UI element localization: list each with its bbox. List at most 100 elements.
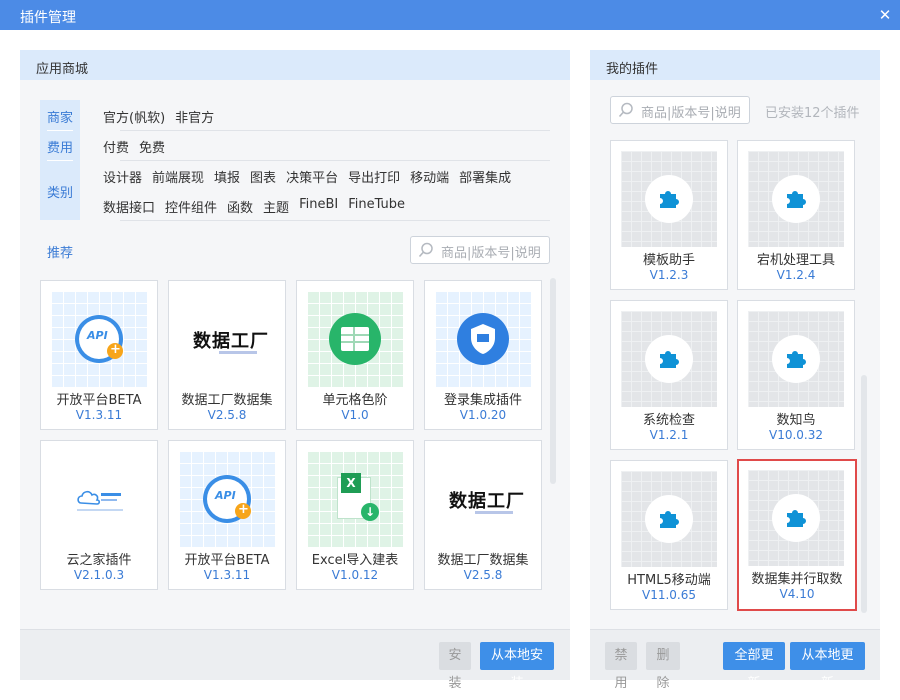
card-version: V1.2.4 [776,268,816,282]
category-fill[interactable]: 填报 [214,167,240,186]
table-icon [307,291,403,387]
card-version: V1.3.11 [75,408,123,422]
category-functions[interactable]: 函数 [227,197,253,216]
store-card[interactable]: X ↓ Excel导入建表 V1.0.12 [296,440,414,590]
card-name: 单元格色阶 [322,393,388,408]
close-icon[interactable]: ✕ [870,0,900,30]
plugin-card[interactable]: HTML5移动端 V11.0.65 [610,460,728,610]
my-plugins-footer: 禁用 删除 全部更新 从本地更新 [590,629,880,691]
category-widgets[interactable]: 控件组件 [165,197,217,216]
card-version: V2.1.0.3 [73,568,125,582]
facet-divider [47,160,73,161]
card-version: V1.2.3 [649,268,689,282]
card-version: V4.10 [779,587,815,601]
install-local-button[interactable]: 从本地安装 [480,642,554,691]
puzzle-icon [787,191,806,208]
update-local-button[interactable]: 从本地更新 [790,642,865,691]
category-theme[interactable]: 主题 [263,197,289,216]
card-version: V2.5.8 [463,568,503,582]
store-panel: 应用商城 商家 费用 类别 官方(帆软) 非官方 付费 免费 设计器 前端展现 [20,50,570,691]
card-version: V1.0 [341,408,369,422]
search-placeholder: 商品|版本号|说明 [441,246,541,261]
category-deploy[interactable]: 部署集成 [459,167,511,186]
category-decision[interactable]: 决策平台 [286,167,338,186]
card-version: V1.2.1 [649,428,689,442]
store-title: 应用商城 [36,62,89,77]
category-frontend[interactable]: 前端展现 [152,167,204,186]
plugin-card[interactable]: 系统检查 V1.2.1 [610,300,728,450]
puzzle-thumb [621,471,717,567]
update-all-button[interactable]: 全部更新 [723,642,785,691]
category-finetube[interactable]: FineTube [348,197,405,216]
card-version: V1.3.11 [203,568,251,582]
facet-fee[interactable]: 费用 [40,137,80,156]
store-header: 应用商城 [20,50,570,80]
my-plugins-scrollbar[interactable] [861,375,867,613]
my-plugins-title: 我的插件 [606,62,659,77]
category-data-interface[interactable]: 数据接口 [103,197,155,216]
store-scrollbar[interactable] [550,278,556,484]
puzzle-thumb [748,470,844,566]
category-finebi[interactable]: FineBI [299,197,338,216]
plugin-card[interactable]: 数知鸟 V10.0.32 [737,300,855,450]
store-search-input[interactable]: 商品|版本号|说明 [410,236,550,264]
recommend-label: 推荐 [47,246,74,261]
category-designer[interactable]: 设计器 [103,167,142,186]
excel-icon: X ↓ [307,451,403,547]
shield-icon [435,291,531,387]
filter-official[interactable]: 官方(帆软) [103,107,165,126]
plugin-card[interactable]: 模板助手 V1.2.3 [610,140,728,290]
puzzle-thumb [748,311,844,407]
card-version: V1.0.12 [331,568,379,582]
search-icon [618,102,633,118]
store-footer: 安装 从本地安装 [20,629,570,691]
facet-divider [47,130,73,131]
my-plugins-panel: 我的插件 商品|版本号|说明 已安装12个插件 模板助手 V1.2.3 宕机处理… [590,50,880,691]
card-name: 数知鸟 [776,413,816,428]
store-card[interactable]: API + 开放平台BETA V1.3.11 [168,440,286,590]
plugin-card-selected[interactable]: 数据集并行取数 V4.10 [737,459,857,611]
category-mobile[interactable]: 移动端 [410,167,449,186]
card-version: V10.0.32 [768,428,823,442]
puzzle-thumb [621,311,717,407]
plugin-card[interactable]: 宕机处理工具 V1.2.4 [737,140,855,290]
category-export[interactable]: 导出打印 [348,167,400,186]
card-name: 开放平台BETA [184,553,270,568]
store-card[interactable]: API + 开放平台BETA V1.3.11 [40,280,158,430]
search-placeholder: 商品|版本号|说明 [641,106,741,121]
store-card[interactable]: 数据工厂 数据工厂数据集 V2.5.8 [168,280,286,430]
data-factory-logo: 数据工厂 [179,291,275,387]
store-card[interactable]: 登录集成插件 V1.0.20 [424,280,542,430]
puzzle-icon [787,510,806,527]
window-title: 插件管理 [20,10,76,26]
merchant-row: 官方(帆软) 非官方 [103,100,550,131]
install-button[interactable]: 安装 [439,642,471,691]
card-name: Excel导入建表 [311,553,399,568]
my-search-input[interactable]: 商品|版本号|说明 [610,96,750,124]
card-name: 模板助手 [642,253,695,268]
filter-free[interactable]: 免费 [139,137,165,156]
cloud-logo [51,451,147,547]
facet-category[interactable]: 类别 [40,182,80,201]
filter-paid[interactable]: 付费 [103,137,129,156]
store-card[interactable]: 数据工厂 数据工厂数据集 V2.5.8 [424,440,542,590]
disable-button[interactable]: 禁用 [605,642,637,691]
store-card[interactable]: 云之家插件 V2.1.0.3 [40,440,158,590]
store-card[interactable]: 单元格色阶 V1.0 [296,280,414,430]
delete-button[interactable]: 删除 [646,642,680,691]
filter-area: 商家 费用 类别 官方(帆软) 非官方 付费 免费 设计器 前端展现 填报 图表 [40,100,550,221]
category-chart[interactable]: 图表 [250,167,276,186]
puzzle-icon [787,351,806,368]
card-version: V1.0.20 [459,408,507,422]
puzzle-thumb [748,151,844,247]
facet-merchant[interactable]: 商家 [40,107,80,126]
installed-count: 已安装12个插件 [765,106,860,121]
data-factory-logo: 数据工厂 [435,451,531,547]
card-name: 宕机处理工具 [756,253,835,268]
filter-unofficial[interactable]: 非官方 [175,107,214,126]
facet-tabs: 商家 费用 类别 [40,100,80,220]
puzzle-icon [660,191,679,208]
card-name: 云之家插件 [66,553,132,568]
puzzle-thumb [621,151,717,247]
search-icon [418,242,433,258]
